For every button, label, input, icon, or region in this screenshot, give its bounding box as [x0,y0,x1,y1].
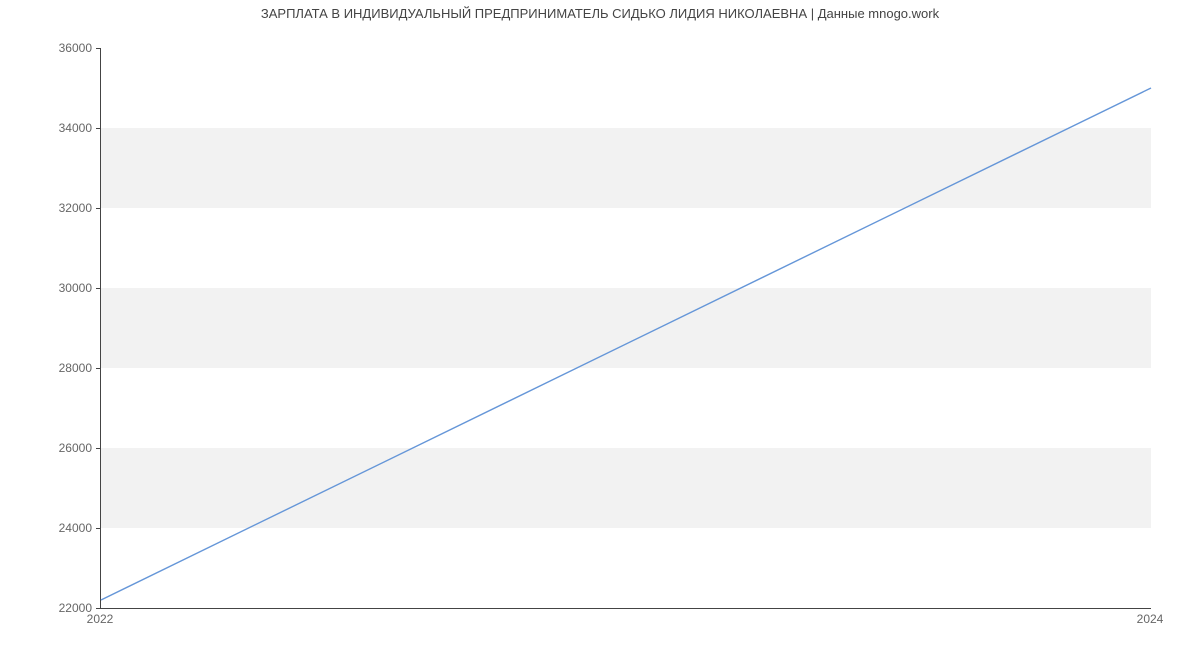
chart-title: ЗАРПЛАТА В ИНДИВИДУАЛЬНЫЙ ПРЕДПРИНИМАТЕЛ… [0,6,1200,21]
y-tick-label: 36000 [12,41,92,55]
y-tick-label: 30000 [12,281,92,295]
x-tick-label: 2024 [1137,612,1164,626]
y-tick-label: 32000 [12,201,92,215]
y-tick-label: 24000 [12,521,92,535]
plot-area [100,48,1151,609]
y-tick-label: 26000 [12,441,92,455]
chart-container: ЗАРПЛАТА В ИНДИВИДУАЛЬНЫЙ ПРЕДПРИНИМАТЕЛ… [0,0,1200,650]
y-tick-label: 28000 [12,361,92,375]
series-line [101,48,1151,608]
y-tick-label: 22000 [12,601,92,615]
x-tick-label: 2022 [87,612,114,626]
y-tick-label: 34000 [12,121,92,135]
